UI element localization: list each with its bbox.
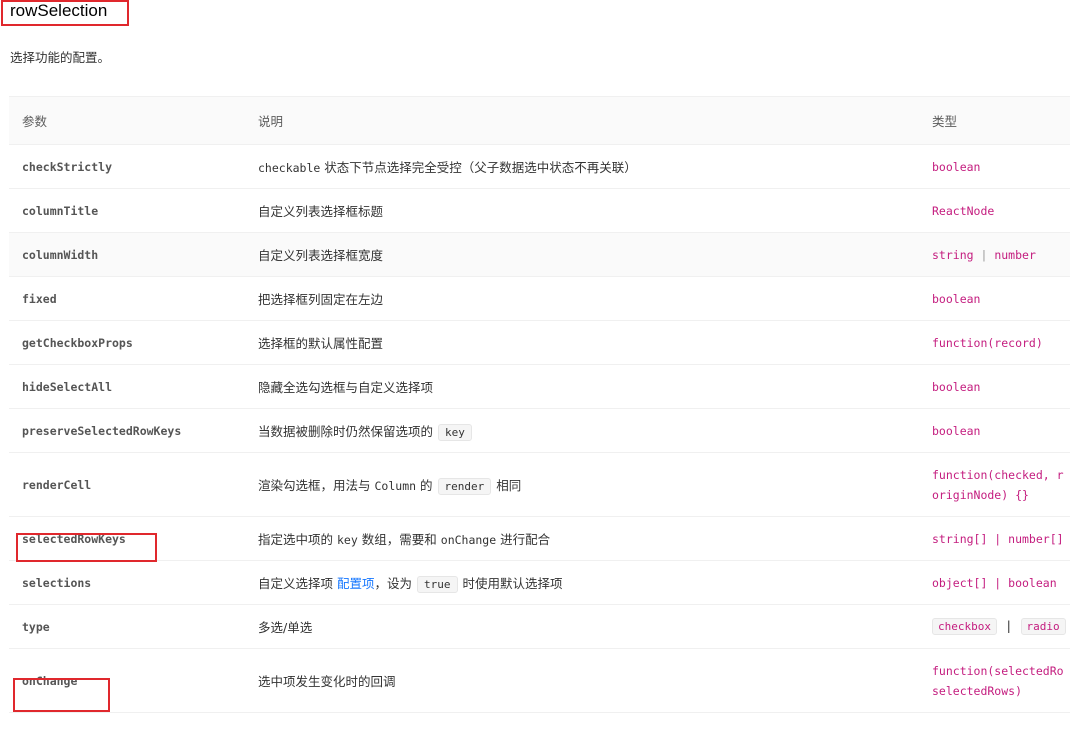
param-description: 时使用默认选择项 bbox=[462, 575, 563, 591]
type-separator: | bbox=[973, 247, 995, 262]
param-description: 当数据被删除时仍然保留选项的 bbox=[258, 423, 434, 439]
inline-code-chip: key bbox=[438, 423, 472, 441]
param-type: selectedRows) bbox=[932, 683, 1023, 698]
param-description: 数组，需要和 bbox=[361, 532, 437, 547]
inline-code: key bbox=[337, 533, 358, 547]
param-type: object[] | boolean bbox=[932, 575, 1057, 590]
param-name: preserveSelectedRowKeys bbox=[22, 424, 182, 438]
param-description: 渲染勾选框，用法与 bbox=[258, 477, 371, 493]
param-name: columnWidth bbox=[22, 248, 99, 262]
param-description: 自定义选择项 bbox=[258, 575, 334, 591]
param-description: 进行配合 bbox=[500, 532, 551, 547]
param-name: columnTitle bbox=[22, 204, 99, 218]
param-description: 相同 bbox=[496, 477, 522, 493]
param-description: 把选择框列固定在左边 bbox=[258, 292, 384, 307]
param-type: boolean bbox=[932, 291, 981, 306]
param-type: boolean bbox=[932, 379, 981, 394]
table-row: preserveSelectedRowKeys 当数据被删除时仍然保留选项的 ke… bbox=[9, 408, 1070, 453]
param-description: 状态下节点选择完全受控（父子数据选中状态不再关联） bbox=[320, 160, 637, 175]
table-row: getCheckboxProps 选择框的默认属性配置 function(rec… bbox=[9, 320, 1070, 365]
param-name: fixed bbox=[22, 292, 57, 306]
param-description: 自定义列表选择框标题 bbox=[258, 204, 384, 219]
table-row: selections 自定义选择项 配置项，设为 true 时使用默认选择项 obj… bbox=[9, 560, 1070, 605]
header-type: 类型 bbox=[919, 96, 1070, 145]
param-description: 多选/单选 bbox=[258, 620, 313, 635]
param-type: number bbox=[994, 247, 1036, 262]
table-row: renderCell 渲染勾选框，用法与 Column 的 render 相同 fu… bbox=[9, 452, 1070, 517]
param-description: 隐藏全选勾选框与自定义选择项 bbox=[258, 380, 434, 395]
type-separator: | bbox=[1004, 618, 1013, 633]
table-row: columnTitle 自定义列表选择框标题 ReactNode bbox=[9, 188, 1070, 233]
param-name: type bbox=[22, 620, 50, 634]
param-type: string[] | number[] bbox=[932, 531, 1064, 546]
param-name: getCheckboxProps bbox=[22, 336, 133, 350]
param-name: hideSelectAll bbox=[22, 380, 113, 394]
api-doc-page: rowSelection 选择功能的配置。 参数 说明 类型 checkStri… bbox=[0, 0, 1070, 732]
param-type: originNode) {} bbox=[932, 487, 1029, 502]
param-description: 自定义列表选择框宽度 bbox=[258, 248, 384, 263]
inline-code: onChange bbox=[440, 533, 497, 547]
inline-code-chip: render bbox=[437, 477, 492, 495]
param-type: boolean bbox=[932, 159, 981, 174]
inline-code-chip: true bbox=[417, 575, 458, 593]
param-description: 选中项发生变化时的回调 bbox=[258, 674, 396, 689]
section-description: 选择功能的配置。 bbox=[10, 50, 111, 65]
table-row: fixed 把选择框列固定在左边 boolean bbox=[9, 276, 1070, 321]
table-row: checkStrictly checkable 状态下节点选择完全受控（父子数据… bbox=[9, 144, 1070, 189]
param-type: ReactNode bbox=[932, 203, 995, 218]
param-description: 选择框的默认属性配置 bbox=[258, 336, 384, 351]
inline-code: Column bbox=[374, 478, 417, 493]
table-row: type 多选/单选 checkbox | radio bbox=[9, 604, 1070, 649]
param-type: boolean bbox=[932, 423, 981, 438]
table-header-row: 参数 说明 类型 bbox=[9, 96, 1070, 145]
param-name: selections bbox=[22, 576, 92, 590]
table-row: columnWidth 自定义列表选择框宽度 string | number bbox=[9, 232, 1070, 277]
inline-code: checkable bbox=[258, 161, 321, 175]
param-name: selectedRowKeys bbox=[22, 532, 126, 546]
param-type: function(selectedRo bbox=[932, 663, 1064, 678]
header-desc: 说明 bbox=[245, 96, 919, 145]
param-type: function(checked, r bbox=[932, 467, 1064, 482]
param-name: checkStrictly bbox=[22, 160, 113, 174]
param-name: onChange bbox=[22, 674, 78, 688]
param-description: 的 bbox=[420, 477, 433, 493]
header-param: 参数 bbox=[9, 96, 245, 145]
param-description: 指定选中项的 bbox=[258, 532, 334, 547]
config-link[interactable]: 配置项 bbox=[337, 576, 375, 591]
table-row: selectedRowKeys 指定选中项的 key 数组，需要和 onChan… bbox=[9, 516, 1070, 561]
type-chip: radio bbox=[1020, 618, 1066, 635]
param-name: renderCell bbox=[22, 478, 92, 492]
type-chip: checkbox bbox=[932, 618, 997, 635]
table-row: onChange 选中项发生变化时的回调 function(selectedRo… bbox=[9, 648, 1070, 713]
section-title: rowSelection bbox=[10, 1, 108, 20]
param-type: function(record) bbox=[932, 335, 1043, 350]
param-type: string bbox=[932, 247, 974, 262]
api-table: 参数 说明 类型 checkStrictly checkable 状态下节点选择… bbox=[9, 96, 1070, 713]
param-description: ，设为 bbox=[374, 575, 413, 591]
table-row: hideSelectAll 隐藏全选勾选框与自定义选择项 boolean bbox=[9, 364, 1070, 409]
